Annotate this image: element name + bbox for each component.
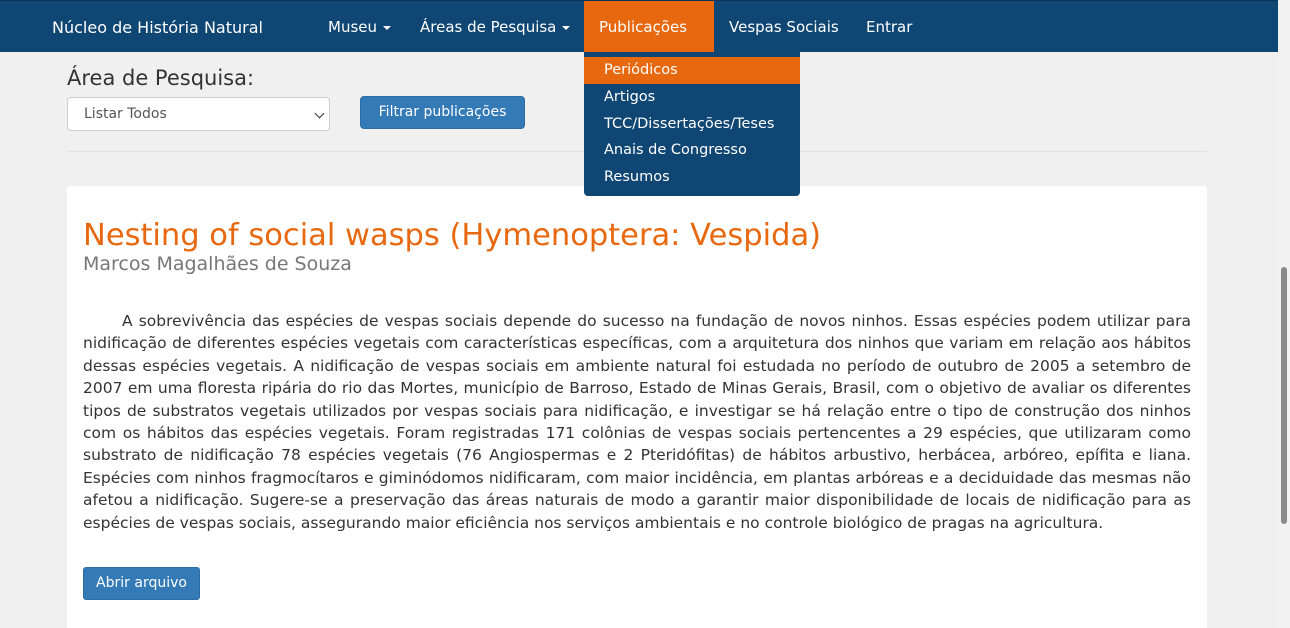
nav-areas-label: Áreas de Pesquisa: [420, 18, 557, 36]
caret-down-icon: [562, 25, 571, 30]
menu-item-tcc-dissertacoes-teses[interactable]: TCC/Dissertações/Teses: [584, 111, 800, 138]
nav-publicacoes-label: Publicações: [599, 18, 688, 36]
chevron-down-icon: [314, 108, 325, 119]
menu-item-periodicos[interactable]: Periódicos: [584, 57, 800, 84]
scrollbar-thumb[interactable]: [1281, 267, 1287, 524]
caret-down-icon: [383, 25, 391, 30]
nav-publicacoes[interactable]: Publicações: [584, 1, 714, 82]
menu-item-anais-de-congresso[interactable]: Anais de Congresso: [584, 137, 800, 164]
nav-museu[interactable]: Museu: [313, 1, 406, 53]
publication-abstract: A sobrevivência das espécies de vespas s…: [83, 312, 1191, 532]
menu-item-artigos[interactable]: Artigos: [584, 84, 800, 111]
area-select[interactable]: Listar Todos: [67, 97, 330, 131]
publicacoes-dropdown-menu: Periódicos Artigos TCC/Dissertações/Tese…: [584, 52, 800, 196]
site-brand-link[interactable]: Núcleo de História Natural: [52, 1, 263, 53]
nav-entrar[interactable]: Entrar: [851, 1, 927, 53]
vertical-scrollbar[interactable]: [1278, 0, 1290, 628]
nav-areas-de-pesquisa[interactable]: Áreas de Pesquisa: [405, 1, 585, 53]
publication-card: Nesting of social wasps (Hymenoptera: Ve…: [67, 186, 1207, 628]
area-de-pesquisa-label: Área de Pesquisa:: [67, 66, 255, 90]
filter-publications-button[interactable]: Filtrar publicações: [360, 96, 525, 129]
publication-author: Marcos Magalhães de Souza: [83, 253, 352, 275]
menu-item-resumos[interactable]: Resumos: [584, 164, 800, 191]
top-navbar: Núcleo de História Natural Museu Áreas d…: [0, 0, 1278, 82]
publication-title: Nesting of social wasps (Hymenoptera: Ve…: [83, 218, 822, 253]
nav-entrar-label: Entrar: [866, 18, 913, 36]
nav-vespas-label: Vespas Sociais: [729, 18, 839, 36]
open-file-button[interactable]: Abrir arquivo: [83, 567, 200, 600]
nav-vespas-sociais[interactable]: Vespas Sociais: [714, 1, 854, 53]
area-select-value: Listar Todos: [84, 106, 167, 122]
nav-museu-label: Museu: [328, 18, 377, 36]
